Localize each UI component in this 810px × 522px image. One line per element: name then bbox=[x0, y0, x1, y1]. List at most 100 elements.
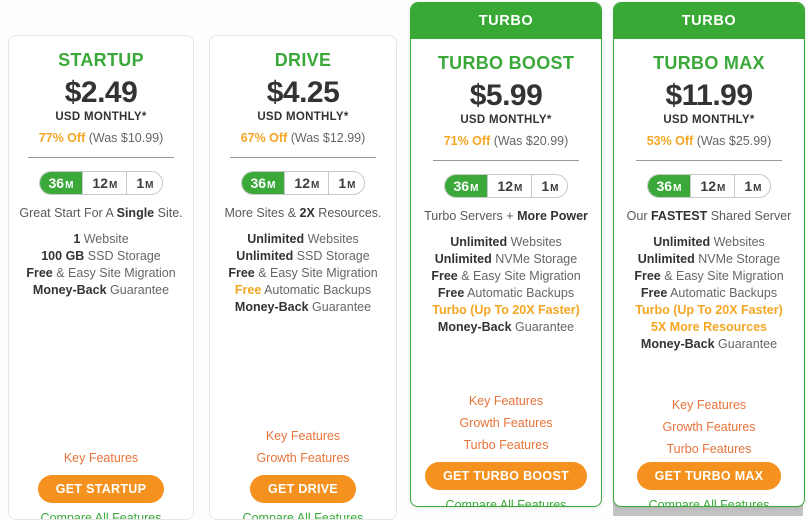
term-unit: M bbox=[267, 180, 276, 191]
discount-percent: 67% Off bbox=[240, 131, 288, 145]
term-unit: M bbox=[311, 180, 320, 191]
term-option-36m[interactable]: 36 M bbox=[39, 172, 84, 194]
feature-link[interactable]: Key Features bbox=[419, 390, 593, 412]
buy-plan-button[interactable]: GET DRIVE bbox=[249, 475, 357, 503]
compare-all-features-link[interactable]: Compare All Features bbox=[17, 511, 185, 519]
buy-plan-button[interactable]: GET TURBO MAX bbox=[636, 462, 782, 490]
feature-link[interactable]: Growth Features bbox=[218, 447, 388, 469]
term-option-12m[interactable]: 12 M bbox=[285, 172, 330, 194]
feature-text: Websites bbox=[304, 232, 359, 246]
feature-text: Automatic Backups bbox=[261, 283, 372, 297]
buy-plan-button[interactable]: GET STARTUP bbox=[37, 475, 165, 503]
card-footer: Key Features GET STARTUP Compare All Featu… bbox=[17, 447, 185, 519]
term-unit: M bbox=[65, 180, 74, 191]
price-period: USD MONTHLY* bbox=[55, 111, 147, 123]
feature-emphasis: Unlimited bbox=[653, 235, 711, 249]
original-price: (Was $10.99) bbox=[88, 131, 164, 145]
pricing-card: STARTUP $2.49 USD MONTHLY* 77% Off (Was $10… bbox=[8, 35, 194, 520]
feature-list: Unlimited Websites Unlimited NVMe Storage… bbox=[419, 234, 593, 336]
divider bbox=[28, 157, 174, 158]
feature-item: 1 Website bbox=[17, 231, 185, 248]
buy-plan-button[interactable]: GET TURBO BOOST bbox=[424, 462, 588, 490]
feature-emphasis: Unlimited bbox=[236, 249, 294, 263]
feature-item: Turbo (Up To 20X Faster) bbox=[419, 302, 593, 319]
term-option-36m[interactable]: 36 M bbox=[444, 175, 489, 197]
term-option-12m[interactable]: 12 M bbox=[691, 175, 736, 197]
card-footer: Key Features Growth Features GET DRIVE Comp… bbox=[218, 425, 388, 519]
feature-emphasis: Unlimited bbox=[247, 232, 305, 246]
term-option-12m[interactable]: 12 M bbox=[83, 172, 128, 194]
term-option-1m[interactable]: 1M bbox=[127, 172, 162, 194]
term-toggle-group[interactable]: 36 M 12 M 1 M bbox=[443, 174, 569, 198]
price-period: USD MONTHLY* bbox=[460, 114, 552, 126]
feature-links: Key Features bbox=[17, 447, 185, 469]
feature-item: Unlimited Websites bbox=[218, 231, 388, 248]
card-body: STARTUP $2.49 USD MONTHLY* 77% Off (Was $10… bbox=[9, 50, 193, 519]
compare-all-features-link[interactable]: Compare All Features bbox=[622, 498, 796, 506]
feature-text: Automatic Backups bbox=[464, 286, 575, 300]
feature-link[interactable]: Key Features bbox=[622, 394, 796, 416]
plan-tagline: Great Start For A Single Site. bbox=[19, 206, 183, 220]
term-number: 1 bbox=[744, 178, 753, 194]
feature-emphasis: Free bbox=[228, 266, 255, 280]
card-footer: Key Features Growth Features Turbo Feature… bbox=[419, 390, 593, 506]
term-number: 36 bbox=[250, 175, 267, 191]
feature-link[interactable]: Growth Features bbox=[622, 416, 796, 438]
term-option-36m[interactable]: 36 M bbox=[241, 172, 286, 194]
feature-text: & Easy Site Migration bbox=[254, 266, 378, 280]
term-toggle-group[interactable]: 36 M 12 M 1 M bbox=[646, 174, 772, 198]
pricing-page: STARTUP $2.49 USD MONTHLY* 77% Off (Was $10… bbox=[0, 0, 810, 522]
term-toggle-group[interactable]: 36 M 12 M 1 M bbox=[240, 171, 366, 195]
feature-list: Unlimited Websites Unlimited NVMe Storage… bbox=[622, 234, 796, 353]
feature-emphasis: Money-Back bbox=[234, 300, 309, 314]
plan-price: $4.25 bbox=[266, 76, 340, 109]
feature-link[interactable]: Turbo Features bbox=[419, 434, 593, 456]
feature-link[interactable]: Key Features bbox=[17, 447, 185, 469]
term-option-36m[interactable]: 36 M bbox=[647, 175, 692, 197]
feature-item: Unlimited Websites bbox=[622, 234, 796, 251]
pricing-card: TURBO TURBO MAX $11.99 USD MONTHLY* 53% Off … bbox=[613, 2, 805, 507]
term-number: 1 bbox=[541, 178, 550, 194]
feature-emphasis: 5X More Resources bbox=[650, 320, 768, 334]
term-unit: M bbox=[673, 183, 682, 194]
plan-name: TURBO BOOST bbox=[437, 53, 575, 73]
divider bbox=[433, 160, 579, 161]
feature-link[interactable]: Key Features bbox=[218, 425, 388, 447]
feature-text: Guarantee bbox=[308, 300, 372, 314]
feature-item: Unlimited SSD Storage bbox=[218, 248, 388, 265]
plan-tagline: Turbo Servers + More Power bbox=[424, 209, 588, 223]
feature-link[interactable]: Growth Features bbox=[419, 412, 593, 434]
discount-line: 67% Off (Was $12.99) bbox=[218, 131, 388, 145]
compare-all-features-link[interactable]: Compare All Features bbox=[218, 511, 388, 519]
term-option-1m[interactable]: 1M bbox=[329, 172, 364, 194]
plan-tagline: More Sites & 2X Resources. bbox=[224, 206, 382, 220]
term-toggle-group[interactable]: 36 M 12 M 1 M bbox=[38, 171, 164, 195]
feature-item: Free Automatic Backups bbox=[622, 285, 796, 302]
term-unit: M bbox=[347, 180, 356, 191]
pricing-card: DRIVE $4.25 USD MONTHLY* 67% Off (Was $12.9… bbox=[209, 35, 397, 520]
feature-item: Unlimited Websites bbox=[419, 234, 593, 251]
feature-text: Websites bbox=[710, 235, 765, 249]
feature-emphasis: Unlimited bbox=[450, 235, 508, 249]
term-option-1m[interactable]: 1M bbox=[532, 175, 567, 197]
card-body: DRIVE $4.25 USD MONTHLY* 67% Off (Was $12.9… bbox=[210, 50, 396, 519]
feature-item: Money-Back Guarantee bbox=[622, 336, 796, 353]
feature-item: Unlimited NVMe Storage bbox=[622, 251, 796, 268]
feature-text: Website bbox=[80, 232, 129, 246]
card-body: TURBO BOOST $5.99 USD MONTHLY* 71% Off (Was… bbox=[411, 53, 601, 506]
term-number: 1 bbox=[136, 175, 145, 191]
term-number: 1 bbox=[338, 175, 347, 191]
feature-emphasis: Free bbox=[26, 266, 53, 280]
feature-link[interactable]: Turbo Features bbox=[622, 438, 796, 460]
discount-percent: 77% Off bbox=[38, 131, 86, 145]
feature-item: Free & Easy Site Migration bbox=[419, 268, 593, 285]
feature-text: Websites bbox=[507, 235, 562, 249]
feature-links: Key Features Growth Features Turbo Feature… bbox=[419, 390, 593, 456]
compare-all-features-link[interactable]: Compare All Features bbox=[419, 498, 593, 506]
price-period: USD MONTHLY* bbox=[257, 111, 349, 123]
price-period: USD MONTHLY* bbox=[663, 114, 755, 126]
feature-item: Money-Back Guarantee bbox=[218, 299, 388, 316]
feature-text: & Easy Site Migration bbox=[52, 266, 176, 280]
term-option-1m[interactable]: 1M bbox=[735, 175, 770, 197]
term-option-12m[interactable]: 12 M bbox=[488, 175, 533, 197]
